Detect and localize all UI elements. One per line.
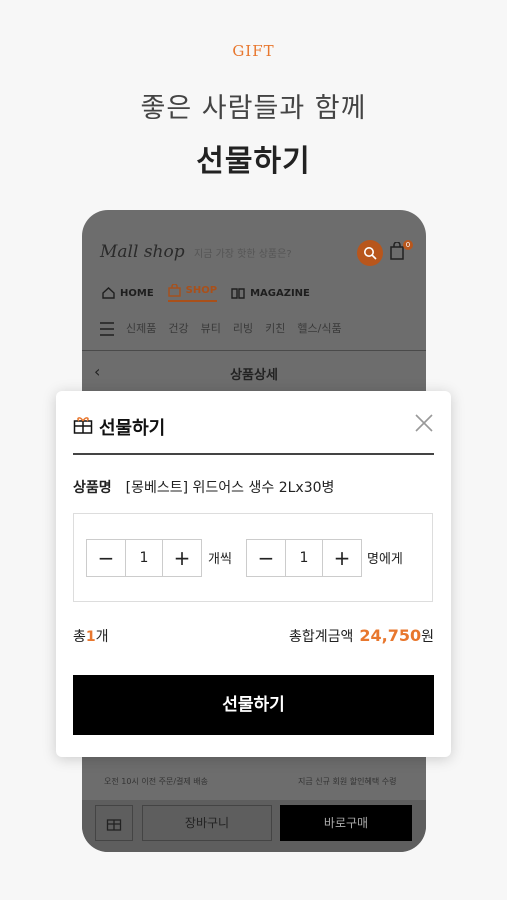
close-icon[interactable] [414,413,434,433]
category-row: 신제품 건강 뷰티 리빙 키친 헬스/식품 [100,320,342,336]
nav-home[interactable]: HOME [102,284,154,302]
category-item[interactable]: 건강 [168,320,188,336]
gift-icon [106,819,122,831]
recipient-input[interactable]: 1 [285,540,323,576]
recipient-minus-button[interactable]: − [247,540,285,576]
product-name: [몽베스트] 위드어스 생수 2Lx30병 [125,480,335,496]
shopping-bag-icon [167,284,181,297]
product-detail-header: ‹ 상품상세 [82,358,426,388]
benefit-strip: 오전 10시 이전 주문/결제 배송 지금 신규 회원 할인혜택 수령 [82,762,426,800]
gift-button[interactable] [95,805,133,841]
buy-now-button[interactable]: 바로구매 [280,805,412,841]
page-title: 상품상세 [230,368,278,383]
nav-magazine-label: MAGAZINE [250,287,310,299]
total-suffix: 개 [95,629,109,645]
modal-title: 선물하기 [99,418,166,439]
home-icon [102,287,115,299]
bottom-action-bar: 장바구니 바로구매 [82,800,426,852]
product-label: 상품명 [73,480,112,496]
benefit-text: 지금 신규 회원 할인혜택 수령 [298,776,397,786]
search-input[interactable]: 지금 가장 핫한 상품은? [194,245,292,260]
quantity-input[interactable]: 1 [125,540,163,576]
submit-gift-button[interactable]: 선물하기 [73,675,434,735]
search-icon [364,247,377,260]
quantity-stepper: − 1 + [86,539,202,577]
header-divider [82,350,426,351]
total-count-value: 1 [85,629,96,645]
category-item[interactable]: 신제품 [126,320,156,336]
category-item[interactable]: 헬스/식품 [297,320,341,336]
promo-subtitle: 좋은 사람들과 함께 [140,93,367,124]
total-price-label: 총합계금액 [288,629,354,645]
nav-shop-label: SHOP [185,285,218,296]
add-to-cart-button[interactable]: 장바구니 [142,805,272,841]
total-prefix: 총 [73,629,86,645]
nav-home-label: HOME [120,287,154,299]
quantity-unit: 개씩 [208,552,232,567]
book-icon [231,288,245,299]
recipient-stepper: − 1 + [246,539,362,577]
recipient-unit: 명에게 [367,552,403,567]
cart-count-badge: 0 [403,240,413,250]
total-count: 총1개 [73,626,109,646]
app-header: Mall shop 지금 가장 핫한 상품은? 0 HOME SHOP MAGA… [82,210,426,350]
category-item[interactable]: 키친 [265,320,285,336]
search-button[interactable] [357,240,383,266]
total-price: 총합계금액 24,750원 [289,626,434,646]
main-nav: HOME SHOP MAGAZINE [102,284,310,302]
promo-title: 선물하기 [196,144,311,179]
quantity-box: − 1 + 개씩 − 1 + 명에게 [73,513,433,602]
quantity-minus-button[interactable]: − [87,540,125,576]
total-price-unit: 원 [421,629,434,645]
promo-label: GIFT [232,42,275,60]
total-price-value: 24,750 [359,626,422,645]
gift-modal: 선물하기 상품명 [몽베스트] 위드어스 생수 2Lx30병 − 1 + 개씩 −… [56,391,451,757]
quantity-plus-button[interactable]: + [163,540,201,576]
benefit-text: 오전 10시 이전 주문/결제 배송 [104,776,209,786]
recipient-plus-button[interactable]: + [323,540,361,576]
product-name-row: 상품명 [몽베스트] 위드어스 생수 2Lx30병 [73,477,334,497]
nav-magazine[interactable]: MAGAZINE [231,284,310,302]
menu-icon[interactable] [100,322,114,336]
app-logo[interactable]: Mall shop [100,242,185,262]
modal-header: 선물하기 [73,391,434,455]
gift-icon [73,417,93,434]
nav-shop[interactable]: SHOP [167,284,218,302]
category-item[interactable]: 리빙 [233,320,253,336]
category-item[interactable]: 뷰티 [201,320,221,336]
